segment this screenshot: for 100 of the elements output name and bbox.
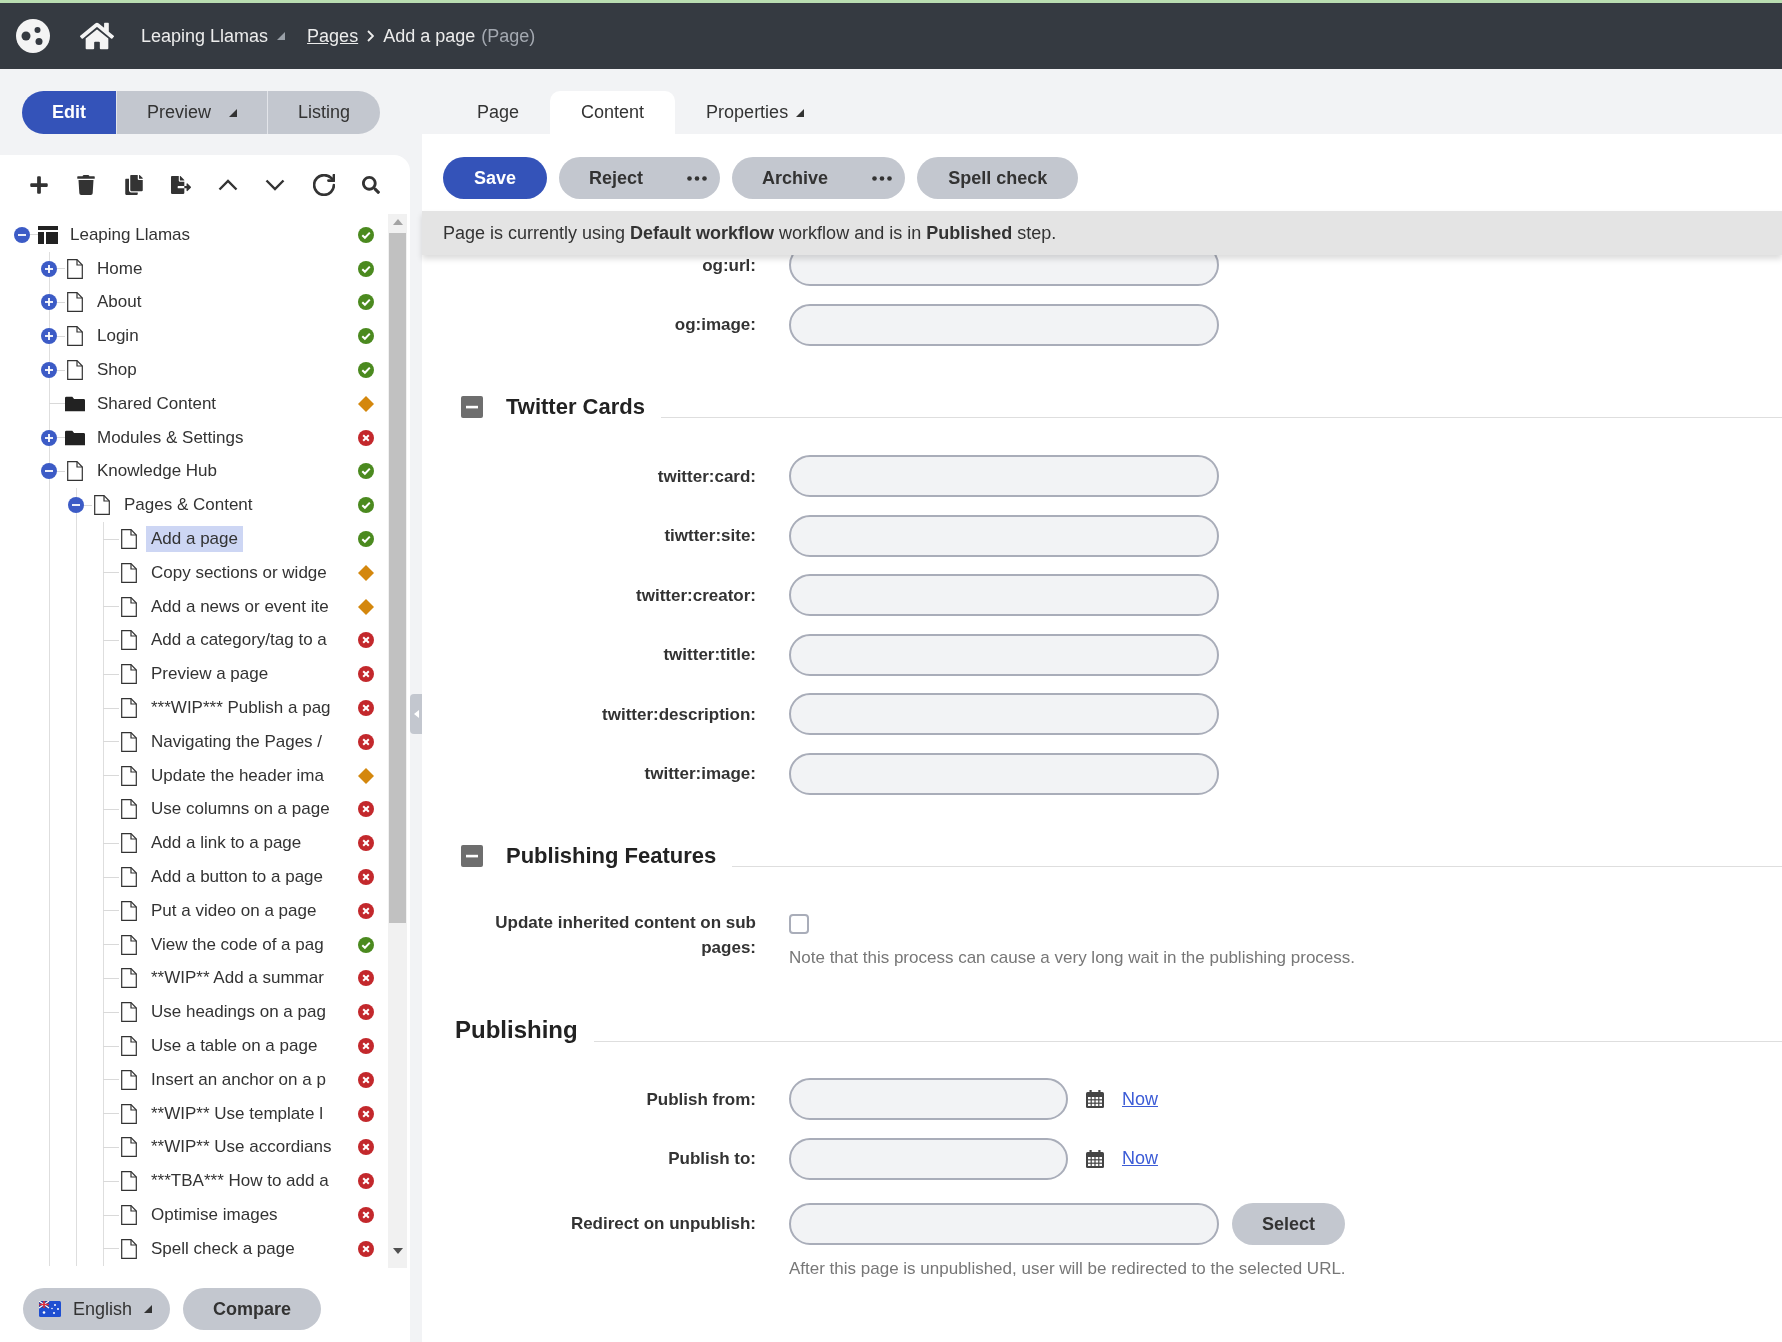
scroll-down-icon[interactable] xyxy=(392,1248,403,1254)
more-icon[interactable] xyxy=(872,175,893,181)
collapse-icon[interactable] xyxy=(461,396,483,418)
view-mode-tab[interactable]: Preview xyxy=(116,91,268,134)
action-button[interactable]: Archive xyxy=(732,157,906,199)
collapse-handle[interactable] xyxy=(410,693,422,734)
language-button[interactable]: English xyxy=(23,1288,171,1330)
view-mode-tab[interactable]: Listing xyxy=(267,91,381,134)
text-field[interactable] xyxy=(789,574,1219,616)
select-button[interactable]: Select xyxy=(1232,1203,1346,1245)
collapse-icon[interactable] xyxy=(461,845,483,867)
tree-item[interactable]: Shared Content xyxy=(92,390,222,417)
tree-item[interactable]: Add a category/tag to a xyxy=(146,627,332,654)
text-field[interactable] xyxy=(789,633,1219,676)
plus-circle-icon[interactable] xyxy=(41,294,57,311)
tree-item[interactable]: **WIP** Use template l xyxy=(146,1100,328,1127)
text-field[interactable] xyxy=(789,303,1219,346)
tree-item[interactable]: Add a button to a page xyxy=(146,864,329,891)
plus-circle-icon[interactable] xyxy=(41,362,57,379)
tree-item[interactable]: Insert an anchor on a p xyxy=(146,1066,331,1093)
tree-item[interactable]: Leaping Llamas xyxy=(65,221,196,248)
scrollbar[interactable] xyxy=(388,214,407,1268)
tree-item[interactable]: About xyxy=(92,289,147,316)
check-circle-icon xyxy=(358,260,374,277)
copy-icon[interactable] xyxy=(123,174,144,195)
page-icon xyxy=(121,833,137,854)
text-field[interactable] xyxy=(789,514,1219,557)
minus-circle-icon[interactable] xyxy=(41,463,57,480)
plus-circle-icon[interactable] xyxy=(41,260,57,277)
tree-item[interactable]: **WIP** Use accordians xyxy=(146,1134,337,1161)
plus-icon[interactable] xyxy=(29,174,49,195)
tab[interactable]: Content xyxy=(550,91,676,134)
save-button[interactable]: Save xyxy=(443,157,548,199)
tab[interactable]: Page xyxy=(446,91,551,134)
scrollbar-thumb[interactable] xyxy=(389,233,406,923)
tree-item[interactable]: ***WIP*** Publish a pag xyxy=(146,695,336,722)
plus-circle-icon[interactable] xyxy=(41,429,57,446)
diamond-icon xyxy=(358,598,374,615)
tab[interactable]: Properties xyxy=(675,91,836,134)
text-field[interactable] xyxy=(789,255,1219,286)
compare-button[interactable]: Compare xyxy=(183,1288,322,1330)
tree-item[interactable]: Use columns on a page xyxy=(146,796,335,823)
search-icon[interactable] xyxy=(362,175,381,194)
action-button[interactable]: Reject xyxy=(559,157,721,199)
tree-item[interactable]: Home xyxy=(92,255,148,282)
tree-item[interactable]: Add a link to a page xyxy=(146,830,307,857)
page-icon xyxy=(121,1036,137,1056)
site-menu[interactable]: Leaping Llamas xyxy=(141,25,286,47)
more-icon[interactable] xyxy=(687,175,708,181)
calendar-icon[interactable] xyxy=(1086,1090,1104,1108)
tree-item[interactable]: Preview a page xyxy=(146,661,274,688)
cross-circle-icon xyxy=(358,666,374,683)
tree-item[interactable]: Spell check a page xyxy=(146,1235,300,1262)
cross-circle-icon xyxy=(358,429,374,446)
chevron-up-icon[interactable] xyxy=(218,178,239,191)
logo-icon[interactable] xyxy=(16,19,50,53)
tree-item[interactable]: Pages & Content xyxy=(119,492,258,519)
tree-item[interactable]: Update the header ima xyxy=(146,762,329,789)
minus-circle-icon[interactable] xyxy=(14,226,30,243)
diamond-icon xyxy=(358,395,374,412)
tree-item[interactable]: Use headings on a pag xyxy=(146,999,331,1026)
breadcrumb-link[interactable]: Pages xyxy=(307,25,359,47)
action-button[interactable]: Spell check xyxy=(917,157,1079,199)
tree-item[interactable]: Knowledge Hub xyxy=(92,458,223,485)
field-label: og:url: xyxy=(701,255,756,277)
tree-item[interactable]: Put a video on a page xyxy=(146,897,322,924)
tree-item[interactable]: Shop xyxy=(92,357,142,384)
text-field[interactable] xyxy=(789,693,1219,735)
plus-circle-icon[interactable] xyxy=(41,328,57,345)
tree-item[interactable]: Navigating the Pages / xyxy=(146,728,328,755)
text-field[interactable] xyxy=(789,455,1219,497)
tree-item[interactable]: **WIP** Add a summar xyxy=(146,965,329,992)
date-field[interactable] xyxy=(789,1137,1068,1180)
field-label: twitter:image: xyxy=(643,763,756,785)
url-field[interactable] xyxy=(789,1203,1219,1245)
trash-icon[interactable] xyxy=(76,174,97,195)
checkbox[interactable] xyxy=(789,914,809,934)
text-field[interactable] xyxy=(789,752,1219,795)
check-circle-icon xyxy=(358,936,374,953)
cross-circle-icon xyxy=(358,1105,374,1122)
tree-item[interactable]: Use a table on a page xyxy=(146,1033,323,1059)
page-icon xyxy=(94,495,110,516)
chevron-down-icon[interactable] xyxy=(265,178,286,191)
tree-item[interactable]: Add a page xyxy=(146,526,243,553)
tree-item[interactable]: Login xyxy=(92,323,144,350)
tree-item[interactable]: Optimise images xyxy=(146,1202,283,1228)
now-link[interactable]: Now xyxy=(1122,1088,1158,1110)
view-mode-tab[interactable]: Edit xyxy=(22,91,116,134)
tree-item[interactable]: Copy sections or widge xyxy=(146,559,332,586)
page-icon xyxy=(121,1205,137,1225)
now-link[interactable]: Now xyxy=(1122,1148,1158,1169)
refresh-icon[interactable] xyxy=(312,173,335,196)
tree-item[interactable]: Modules & Settings xyxy=(92,424,249,451)
tree-item[interactable]: View the code of a pag xyxy=(146,931,329,958)
file-arrow-icon[interactable] xyxy=(170,174,191,195)
tree-item[interactable]: ***TBA*** How to add a xyxy=(146,1168,334,1195)
date-field[interactable] xyxy=(789,1078,1068,1120)
minus-circle-icon[interactable] xyxy=(68,497,84,514)
tree-item[interactable]: Add a news or event ite xyxy=(146,593,334,620)
calendar-icon[interactable] xyxy=(1086,1149,1104,1168)
